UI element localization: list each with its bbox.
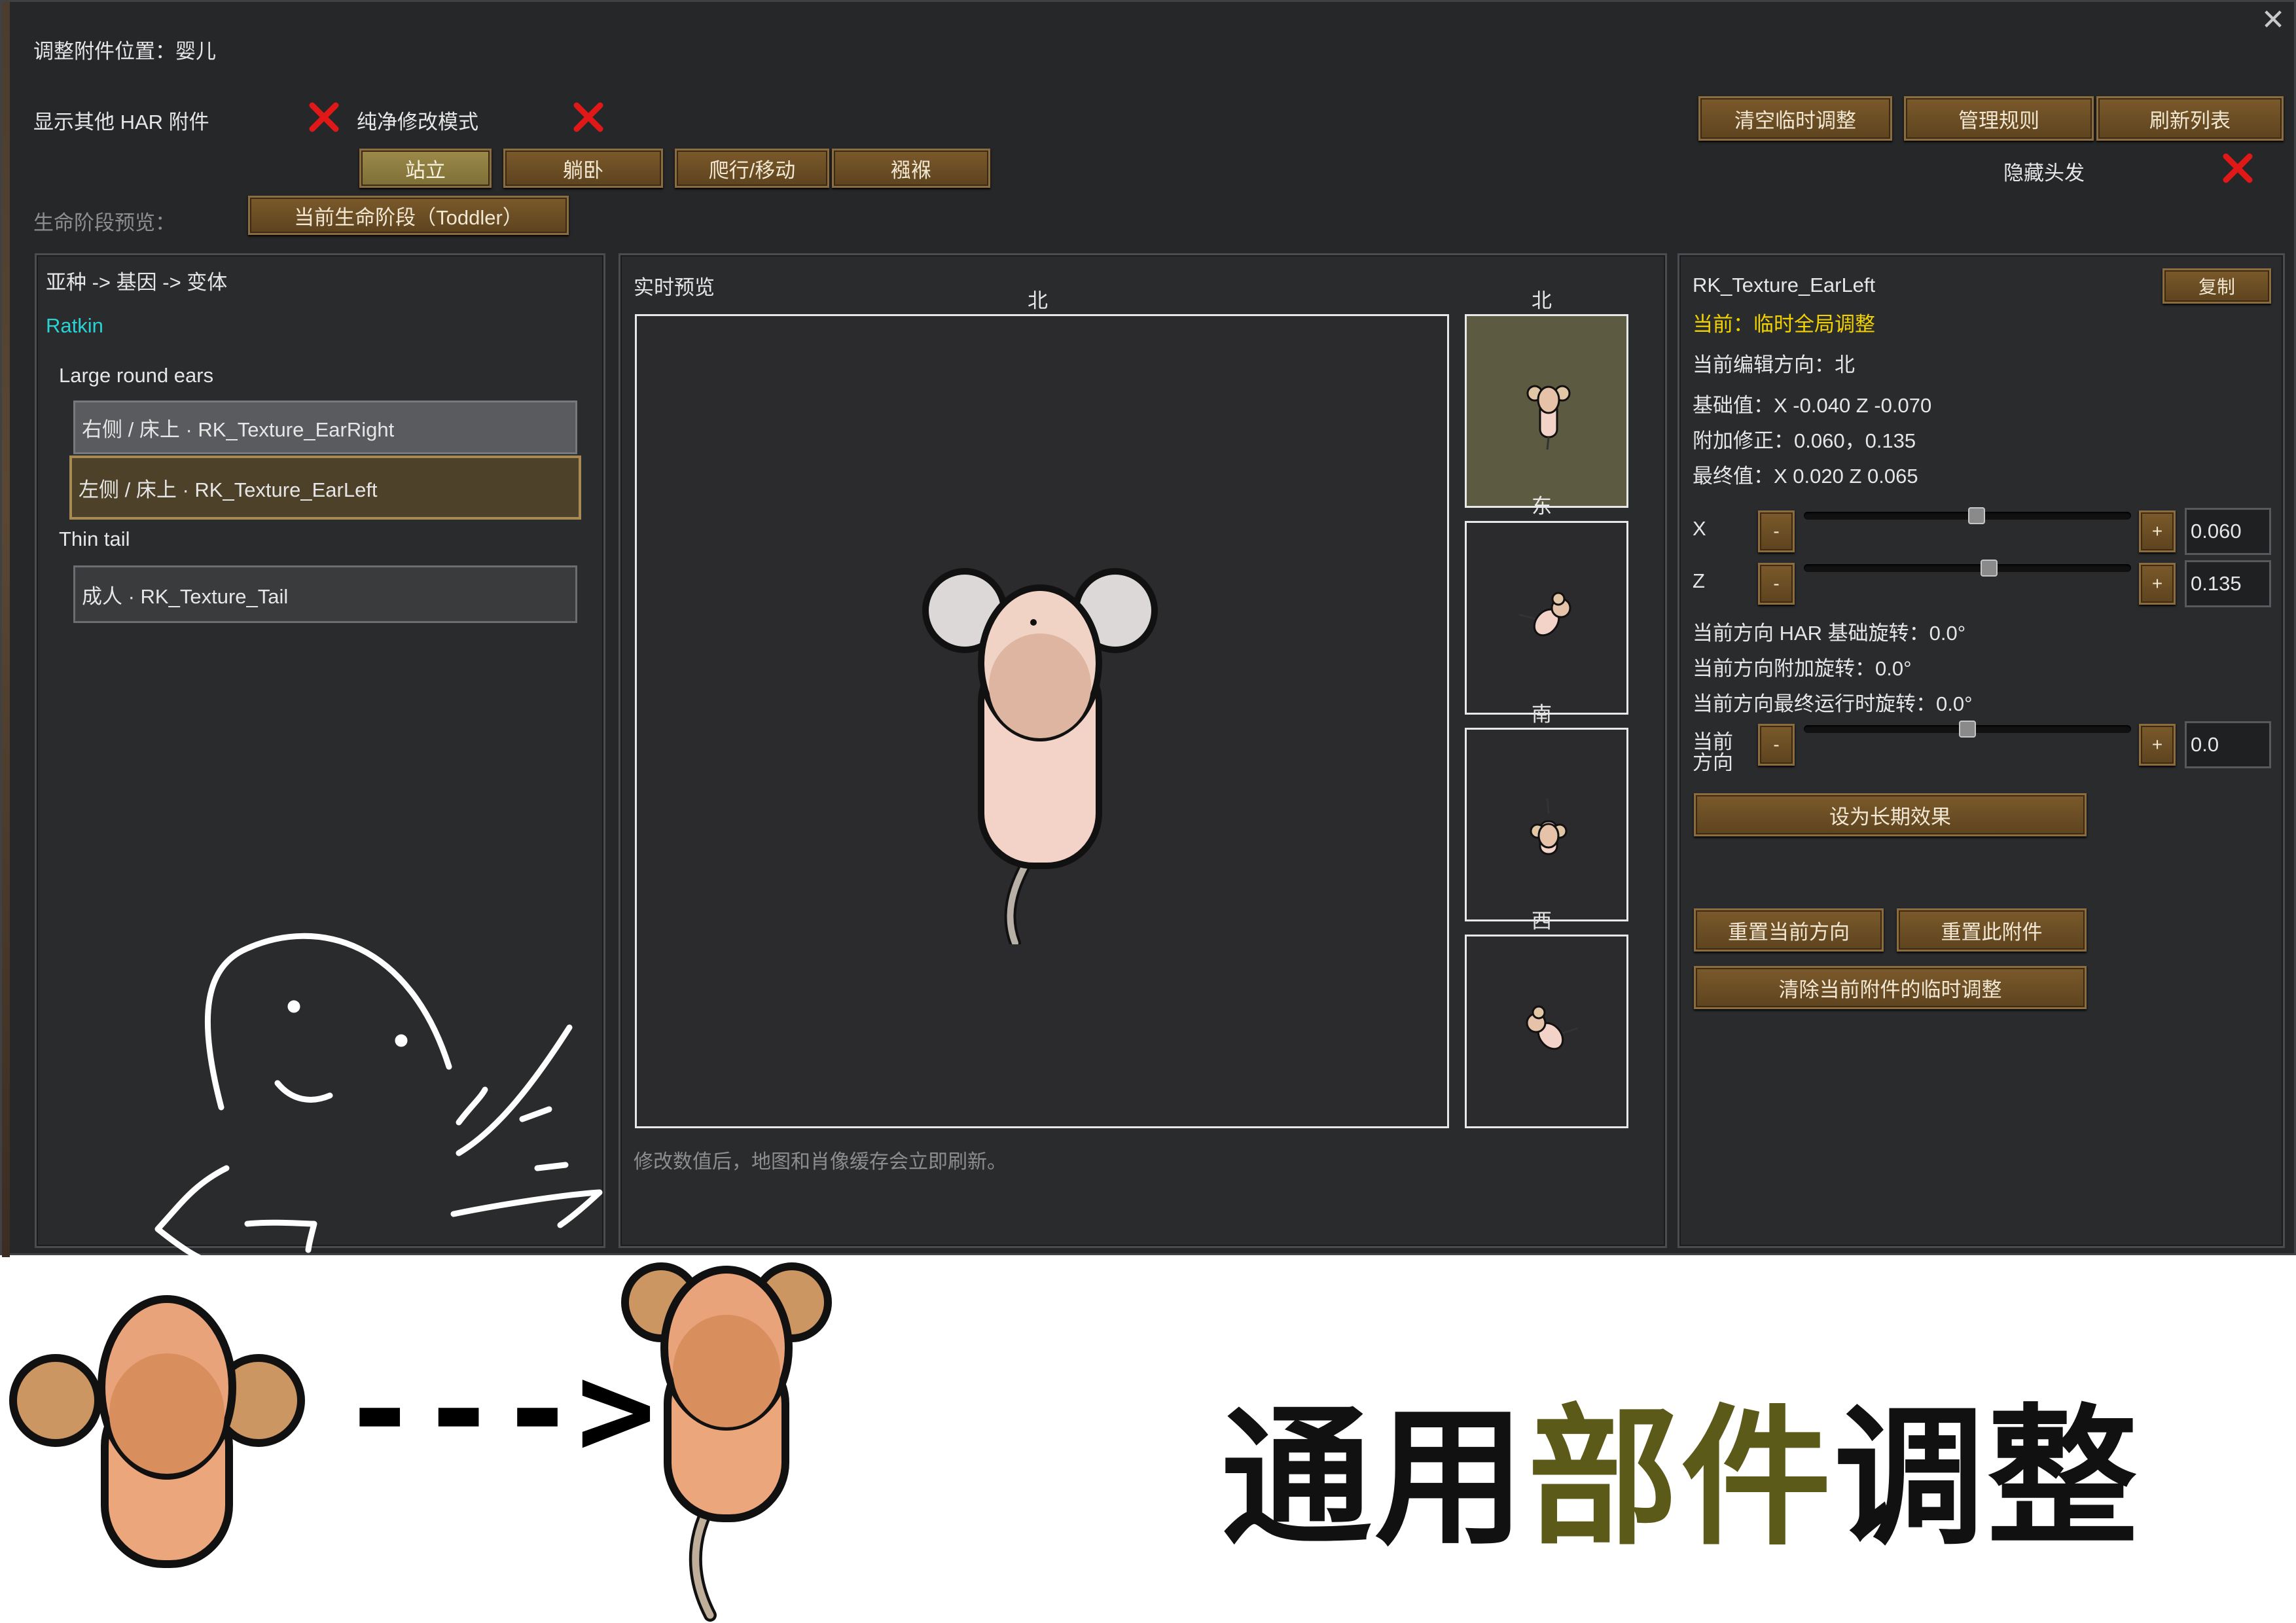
current-mode: 当前：临时全局调整: [1693, 313, 1875, 336]
clear-attachment-temp-button[interactable]: 清除当前附件的临时调整: [1694, 966, 2087, 1009]
gene-tree-panel: 亚种 -> 基因 -> 变体 Ratkin Large round ears 右…: [35, 253, 605, 1355]
thumb-south[interactable]: [1465, 728, 1628, 921]
gene-tree-header: 亚种 -> 基因 -> 变体: [46, 271, 228, 294]
pure-edit-mode-label: 纯净修改模式: [357, 111, 478, 134]
preview-panel: 实时预览 北 北 东 南 西 修改数值后，地图和肖像缓存会立即刷新。: [619, 253, 1667, 1248]
pose-swaddled-button[interactable]: 襁褓: [832, 149, 990, 188]
footer-title: 通用部件调整: [1221, 1356, 2140, 1574]
copy-button[interactable]: 复制: [2162, 268, 2271, 304]
rotation-value-field[interactable]: 0.0: [2185, 721, 2271, 768]
z-slider[interactable]: [1804, 564, 2131, 572]
thumb-direction-label: 北: [1532, 289, 1552, 312]
rat-east-thumb-icon: [1518, 592, 1571, 637]
footer-title-part3: 调整: [1834, 1391, 2141, 1566]
main-view-direction-label: 北: [1028, 289, 1048, 312]
show-other-har-toggle-icon[interactable]: [307, 100, 341, 134]
texture-name: RK_Texture_EarLeft: [1693, 274, 1876, 296]
thumb-east[interactable]: [1465, 521, 1628, 715]
z-value-field[interactable]: 0.135: [2185, 560, 2271, 607]
gene-group-ears-label: Large round ears: [59, 364, 214, 387]
window-title: 调整附件位置：婴儿: [33, 40, 216, 63]
extra-offset: 附加修正：0.060，0.135: [1693, 429, 1916, 452]
x-slider-knob[interactable]: [1968, 507, 1986, 524]
thumb-direction-label: 西: [1532, 910, 1552, 933]
footer-title-part1: 通用: [1221, 1391, 1528, 1566]
set-long-term-button[interactable]: 设为长期效果: [1694, 793, 2087, 836]
z-axis-label: Z: [1693, 569, 1705, 592]
pose-standing-button[interactable]: 站立: [359, 149, 492, 188]
hand-drawn-doodle: [154, 933, 603, 1355]
edit-direction: 当前编辑方向：北: [1693, 353, 1855, 376]
gene-group-tail-label: Thin tail: [59, 527, 130, 550]
rotation-decrease-button[interactable]: -: [1758, 724, 1795, 766]
thumb-direction-label: 南: [1532, 703, 1552, 726]
rat-south-thumb-icon: [1530, 798, 1568, 855]
final-rotation: 当前方向最终运行时旋转：0.0°: [1693, 692, 1973, 715]
list-item[interactable]: 右侧 / 床上 · RK_Texture_EarRight: [73, 401, 577, 454]
final-value: 最终值：X 0.020 Z 0.065: [1693, 465, 1918, 488]
close-icon[interactable]: ✕: [2259, 6, 2287, 35]
rat-before-illustration: [9, 1295, 305, 1568]
hide-hair-label: 隐藏头发: [2003, 162, 2085, 185]
pose-lying-button[interactable]: 躺卧: [503, 149, 663, 188]
z-decrease-button[interactable]: -: [1758, 563, 1795, 605]
pose-crawling-button[interactable]: 爬行/移动: [675, 149, 829, 188]
reset-direction-button[interactable]: 重置当前方向: [1694, 908, 1884, 952]
rotation-slider-knob[interactable]: [1959, 721, 1976, 738]
list-item[interactable]: 成人 · RK_Texture_Tail: [73, 565, 577, 623]
rat-north-thumb-icon: [1526, 385, 1571, 450]
pure-edit-mode-toggle-icon[interactable]: [571, 100, 605, 134]
thumb-north[interactable]: [1465, 314, 1628, 508]
x-increase-button[interactable]: +: [2139, 510, 2176, 552]
clear-temp-button[interactable]: 清空临时调整: [1698, 96, 1892, 141]
rat-pawn-preview: [922, 568, 1158, 944]
thumb-direction-label: 东: [1532, 495, 1552, 518]
list-item-selected[interactable]: 左侧 / 床上 · RK_Texture_EarLeft: [69, 455, 581, 520]
preview-title: 实时预览: [634, 276, 715, 299]
rotation-label: 当前方向: [1693, 732, 1733, 771]
rotation-increase-button[interactable]: +: [2139, 724, 2176, 766]
refresh-list-button[interactable]: 刷新列表: [2096, 96, 2284, 141]
life-stage-label: 生命阶段预览：: [33, 211, 175, 234]
x-value-field[interactable]: 0.060: [2185, 508, 2271, 555]
species-label[interactable]: Ratkin: [46, 314, 103, 338]
extra-rotation: 当前方向附加旋转：0.0°: [1693, 657, 1912, 680]
x-decrease-button[interactable]: -: [1758, 510, 1795, 552]
attachment-adjust-window: ✕ 调整附件位置：婴儿 显示其他 HAR 附件 纯净修改模式 清空临时调整 管理…: [0, 0, 2296, 1355]
offset-editor-panel: RK_Texture_EarLeft 复制 当前：临时全局调整 当前编辑方向：北…: [1677, 253, 2285, 1248]
x-axis-label: X: [1693, 517, 1706, 540]
z-slider-knob[interactable]: [1981, 560, 1998, 577]
background-strip: [2, 2, 10, 1257]
thumb-west[interactable]: [1465, 935, 1628, 1128]
footer-title-part2: 部件: [1528, 1391, 1835, 1566]
main-preview-viewport[interactable]: [635, 314, 1449, 1128]
show-other-har-label: 显示其他 HAR 附件: [33, 111, 209, 134]
base-value: 基础值：X -0.040 Z -0.070: [1693, 394, 1932, 417]
har-base-rotation: 当前方向 HAR 基础旋转：0.0°: [1693, 622, 1966, 645]
hide-hair-toggle-icon[interactable]: [2221, 151, 2255, 185]
rat-west-thumb-icon: [1526, 1005, 1579, 1050]
rat-after-illustration: [621, 1262, 832, 1622]
manage-rules-button[interactable]: 管理规则: [1904, 96, 2094, 141]
transform-arrow: --->: [340, 1334, 656, 1486]
reset-attachment-button[interactable]: 重置此附件: [1897, 908, 2087, 952]
preview-note: 修改数值后，地图和肖像缓存会立即刷新。: [634, 1151, 1007, 1173]
x-slider[interactable]: [1804, 512, 2131, 520]
z-increase-button[interactable]: +: [2139, 563, 2176, 605]
life-stage-button[interactable]: 当前生命阶段（Toddler）: [248, 196, 569, 235]
